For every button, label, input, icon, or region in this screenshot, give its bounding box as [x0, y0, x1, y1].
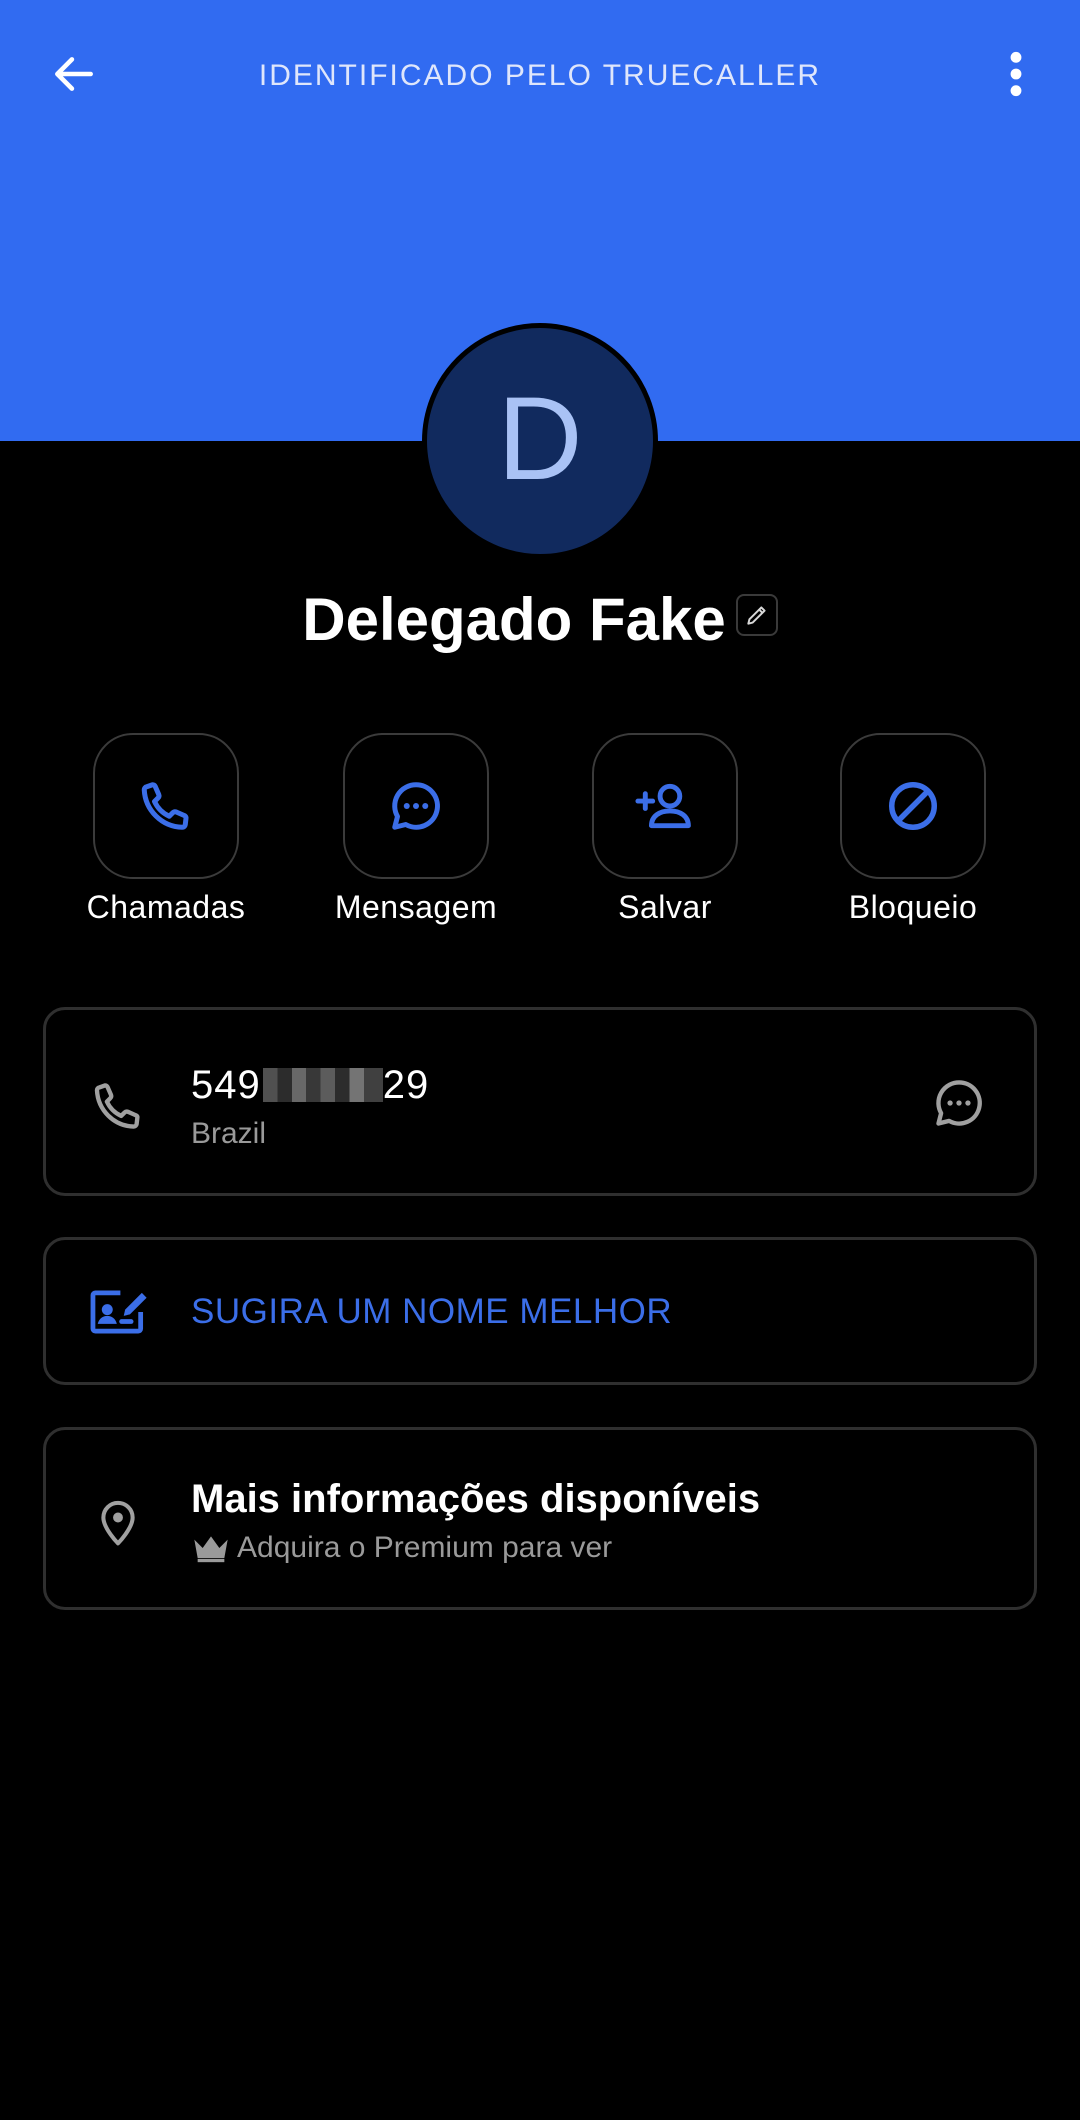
phone-card-icon-wrap — [86, 1074, 150, 1138]
premium-hint: Adquira o Premium para ver — [191, 1528, 612, 1568]
more-options-button[interactable] — [976, 34, 1056, 114]
premium-hint-text: Adquira o Premium para ver — [237, 1531, 613, 1564]
block-icon — [889, 782, 937, 830]
save-button[interactable] — [592, 733, 738, 879]
message-action[interactable]: Mensagem — [296, 733, 536, 929]
avatar-initial: D — [497, 373, 583, 505]
contact-name: Delegado Fake — [302, 586, 726, 653]
arrow-left-icon — [55, 57, 93, 91]
header-title: IDENTIFICADO PELO TRUECALLER — [258, 59, 822, 92]
message-label: Mensagem — [334, 889, 498, 925]
block-label: Bloqueio — [848, 889, 978, 925]
crown-icon — [194, 1536, 228, 1563]
calls-action[interactable]: Chamadas — [46, 733, 286, 929]
edit-contact-card-icon — [90, 1290, 147, 1334]
more-info-card[interactable]: Mais informações disponíveis Adquira o P… — [43, 1427, 1037, 1610]
location-icon-wrap — [86, 1490, 150, 1554]
suggest-name-label: SUGIRA UM NOME MELHOR — [191, 1292, 673, 1331]
message-button[interactable] — [343, 733, 489, 879]
save-label: Salvar — [618, 889, 712, 925]
suggest-name-card[interactable]: SUGIRA UM NOME MELHOR — [43, 1237, 1037, 1385]
add-person-icon — [635, 783, 691, 829]
calls-button[interactable] — [93, 733, 239, 879]
send-message-button[interactable] — [924, 1068, 994, 1138]
contact-screen: IDENTIFICADO PELO TRUECALLER D Delegado … — [0, 0, 1080, 2120]
pencil-icon — [747, 606, 766, 625]
avatar: D — [422, 323, 658, 559]
phone-icon — [94, 1083, 140, 1129]
save-action[interactable]: Salvar — [545, 733, 785, 929]
location-pin-icon — [101, 1500, 135, 1546]
more-vertical-icon — [1010, 51, 1022, 97]
more-info-title: Mais informações disponíveis — [191, 1477, 761, 1521]
phone-icon — [141, 782, 189, 830]
phone-number-card[interactable]: 549 29 Brazil — [43, 1007, 1037, 1196]
phone-country: Brazil — [191, 1117, 267, 1150]
suggest-icon-wrap — [86, 1280, 150, 1344]
block-button[interactable] — [840, 733, 986, 879]
chat-bubble-icon — [936, 1080, 982, 1126]
phone-number-suffix: 29 — [382, 1063, 430, 1107]
back-button[interactable] — [34, 34, 114, 114]
name-row: Delegado Fake — [0, 578, 1080, 662]
phone-number[interactable]: 549 29 — [191, 1060, 429, 1110]
block-action[interactable]: Bloqueio — [793, 733, 1033, 929]
phone-number-prefix: 549 — [191, 1063, 261, 1107]
chat-bubble-icon — [392, 782, 440, 830]
calls-label: Chamadas — [86, 889, 246, 925]
edit-name-button[interactable] — [735, 594, 778, 636]
redacted-digits — [262, 1068, 383, 1102]
